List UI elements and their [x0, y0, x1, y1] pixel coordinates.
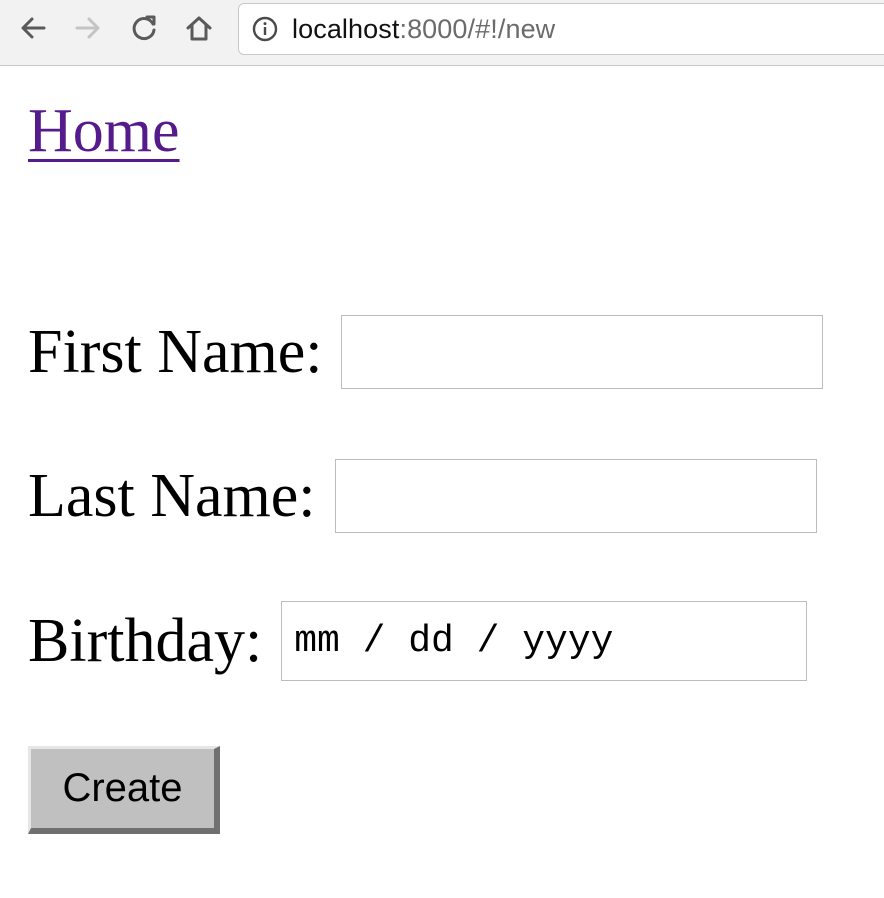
back-arrow-icon [21, 17, 46, 39]
forward-arrow-icon [75, 17, 100, 39]
last-name-row: Last Name: [28, 459, 817, 533]
url-text[interactable]: localhost:8000/#!/new [292, 14, 555, 45]
browser-toolbar: localhost:8000/#!/new [0, 0, 884, 66]
url-path: :8000/#!/new [399, 13, 556, 44]
forward-button[interactable] [71, 11, 105, 45]
birthday-row: Birthday: mm / dd / yyyy [28, 601, 808, 681]
create-button[interactable]: Create [28, 746, 220, 834]
home-link[interactable]: Home [28, 100, 180, 162]
birthday-label: Birthday: [28, 607, 263, 675]
first-name-input[interactable] [341, 315, 824, 389]
address-bar[interactable]: localhost:8000/#!/new [238, 3, 884, 55]
reload-icon [132, 15, 156, 40]
home-button[interactable] [182, 11, 216, 45]
birthday-placeholder: mm / dd / yyyy [294, 619, 614, 663]
last-name-input[interactable] [334, 459, 817, 533]
birthday-date-input[interactable]: mm / dd / yyyy [281, 601, 808, 681]
url-host: localhost [292, 13, 400, 44]
last-name-label: Last Name: [28, 462, 316, 530]
first-name-label: First Name: [28, 318, 323, 386]
info-icon[interactable] [252, 16, 278, 42]
first-name-row: First Name: [28, 315, 824, 389]
home-icon [186, 16, 212, 41]
back-button[interactable] [16, 11, 50, 45]
reload-button[interactable] [127, 11, 161, 45]
